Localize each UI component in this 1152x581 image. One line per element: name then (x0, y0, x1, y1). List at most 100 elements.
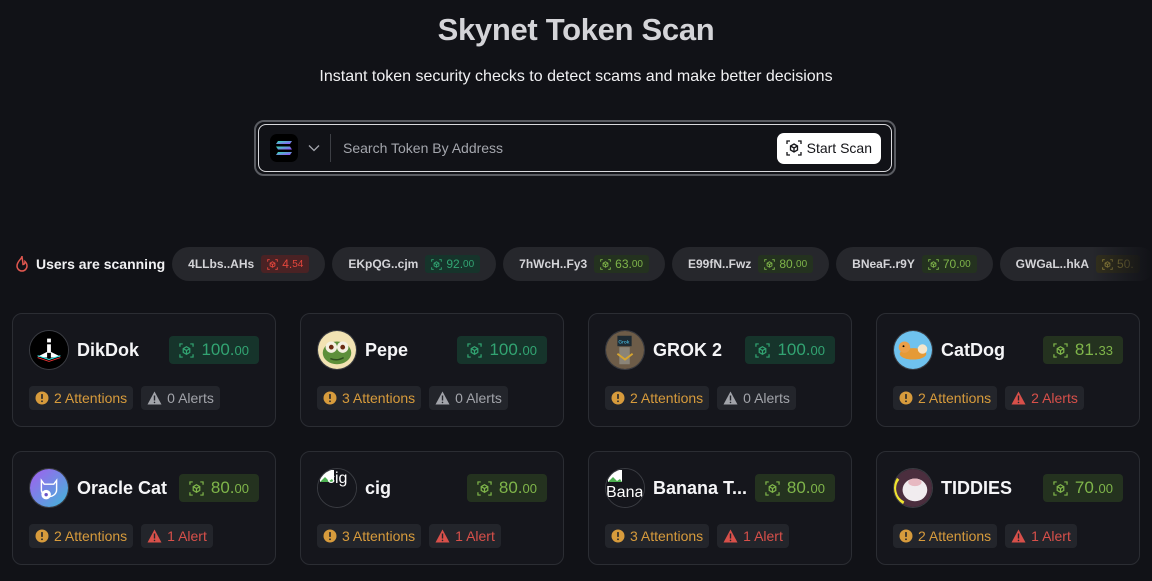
scan-icon (267, 258, 278, 270)
score-int: 81. (1074, 340, 1099, 359)
chain-selector[interactable] (270, 134, 298, 162)
attentions-badge: 3 Attentions (317, 386, 422, 410)
info-circle-icon (35, 391, 49, 405)
token-badges: 3 Attentions 1 Alert (317, 524, 547, 548)
start-scan-label: Start Scan (806, 140, 872, 156)
alerts-count: 0 Alerts (743, 390, 790, 406)
fire-icon (16, 255, 28, 272)
token-card[interactable]: TIDDIES 70.00 2 Attentions 1 Alert (876, 451, 1140, 565)
token-card[interactable]: Oracle Cat 80.00 2 Attentions 1 Alert (12, 451, 276, 565)
broken-image-icon: cig (318, 469, 356, 507)
alerts-badge: 2 Alerts (1005, 386, 1084, 410)
ticker-pill[interactable]: EKpQG..cjm 92. 00 (332, 247, 497, 281)
ticker-pill[interactable]: 4LLbs..AHs 4. 54 (172, 247, 326, 281)
score-int: 100. (777, 340, 811, 359)
token-card[interactable]: CatDog 81.33 2 Attentions 2 Alerts (876, 313, 1140, 427)
score-int: 80. (498, 478, 523, 497)
token-score: 80.00 (178, 474, 259, 502)
warning-triangle-icon (1011, 529, 1026, 543)
token-name: CatDog (941, 339, 1005, 360)
info-circle-icon (323, 529, 337, 543)
scan-icon (431, 258, 443, 270)
scan-icon (189, 480, 204, 496)
score-int: 100. (489, 340, 523, 359)
score-dec: 00 (796, 258, 808, 270)
start-scan-button[interactable]: Start Scan (776, 132, 881, 164)
score-int: 4. (282, 257, 293, 271)
chain-dropdown-toggle[interactable] (307, 141, 321, 155)
token-card[interactable]: Bana Banana T... 80.00 3 Attentions 1 Al… (588, 451, 852, 565)
token-card-header: Pepe 100.00 (317, 329, 547, 371)
score-dec: 00 (1098, 481, 1113, 496)
scan-icon (755, 342, 771, 358)
catdog-logo-icon (894, 331, 932, 369)
token-card-header: Oracle Cat 80.00 (29, 467, 259, 509)
ticker-address: 4LLbs..AHs (188, 257, 255, 271)
warning-triangle-icon (723, 529, 738, 543)
ticker-score: 80. 00 (758, 255, 814, 273)
alerts-count: 1 Alert (743, 528, 783, 544)
token-avatar: Grok (605, 330, 645, 370)
ticker-address: E99fN..Fwz (687, 257, 752, 271)
attentions-badge: 3 Attentions (605, 524, 710, 548)
ticker-pill[interactable]: E99fN..Fwz 80. 00 (671, 247, 830, 281)
warning-triangle-icon (435, 391, 450, 405)
warning-triangle-icon (147, 391, 162, 405)
token-name: Banana T... (653, 477, 748, 498)
ticker-pill[interactable]: 7hWcH..Fy3 63. 00 (503, 247, 665, 281)
token-avatar (893, 330, 933, 370)
token-card[interactable]: cig cig 80.00 3 Attentions 1 Alert (300, 451, 564, 565)
score-int: 70. (1074, 478, 1099, 497)
scan-icon (764, 258, 776, 270)
attentions-count: 3 Attentions (342, 390, 416, 406)
score-dec: 00 (631, 258, 643, 270)
alerts-badge: 0 Alerts (717, 386, 796, 410)
token-card[interactable]: Grok GROK 2 100.00 2 Attentions 0 Alerts (588, 313, 852, 427)
token-score: 80.00 (466, 474, 547, 502)
info-circle-icon (611, 391, 625, 405)
attentions-count: 2 Attentions (54, 390, 128, 406)
token-avatar (29, 468, 69, 508)
broken-image-icon: Bana (606, 469, 644, 507)
token-name: GROK 2 (653, 339, 723, 360)
alerts-count: 1 Alert (1031, 528, 1071, 544)
ticker-fade (1092, 247, 1152, 281)
score-dec: 54 (292, 258, 304, 270)
token-name: Oracle Cat (77, 477, 168, 498)
svg-text:Grok: Grok (618, 339, 629, 345)
dikdok-logo-icon (30, 331, 68, 369)
token-card-header: CatDog 81.33 (893, 329, 1123, 371)
ticker-score: 4. 54 (261, 255, 310, 273)
warning-triangle-icon (435, 529, 450, 543)
token-card-header: cig cig 80.00 (317, 467, 547, 509)
score-int: 100. (201, 340, 235, 359)
score-dec: 00 (810, 343, 825, 358)
ticker-pill[interactable]: BNeaF..r9Y 70. 00 (836, 247, 993, 281)
page-title: Skynet Token Scan (437, 12, 715, 47)
score-int: 80. (210, 478, 235, 497)
scan-icon (1053, 480, 1068, 496)
attentions-badge: 3 Attentions (317, 524, 422, 548)
token-address-input[interactable] (343, 133, 777, 163)
score-dec: 00 (234, 343, 249, 358)
search-divider (330, 134, 331, 162)
score-dec: 33 (1098, 343, 1113, 358)
alerts-count: 0 Alerts (167, 390, 214, 406)
token-avatar: cig (317, 468, 357, 508)
token-card-header: Bana Banana T... 80.00 (605, 467, 835, 509)
token-badges: 2 Attentions 2 Alerts (893, 386, 1123, 410)
ticker-label-text: Users are scanning (36, 256, 166, 272)
token-avatar (29, 330, 69, 370)
score-int: 63. (615, 257, 632, 271)
score-int: 70. (942, 257, 960, 271)
grok2-logo-icon: Grok (606, 331, 644, 369)
token-badges: 2 Attentions 0 Alerts (29, 386, 259, 410)
ticker-score: 92. 00 (425, 255, 481, 273)
token-grid: DikDok 100.00 2 Attentions 0 Alerts Pepe… (12, 313, 1140, 565)
token-card[interactable]: DikDok 100.00 2 Attentions 0 Alerts (12, 313, 276, 427)
alerts-count: 0 Alerts (455, 390, 502, 406)
token-card[interactable]: Pepe 100.00 3 Attentions 0 Alerts (300, 313, 564, 427)
token-badges: 2 Attentions 1 Alert (893, 524, 1123, 548)
token-score: 80.00 (754, 474, 835, 502)
token-avatar (317, 330, 357, 370)
